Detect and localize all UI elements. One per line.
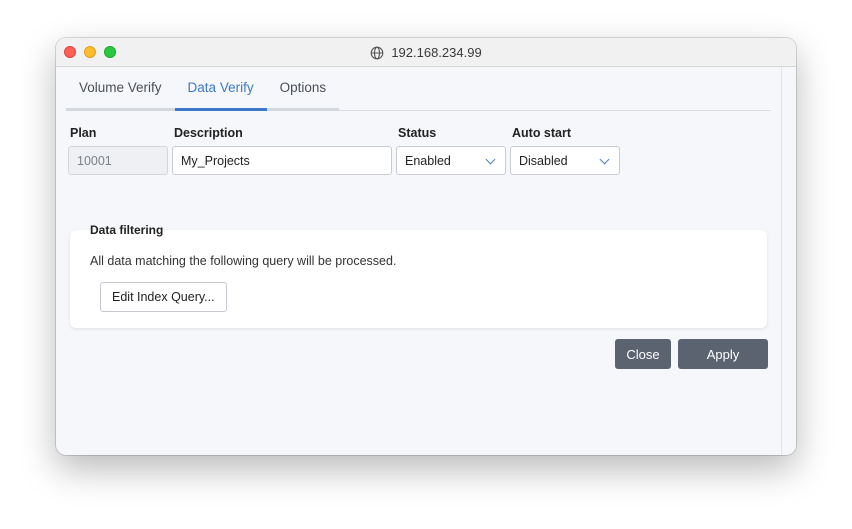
plan-fields: Plan Description Status Auto start 10001… — [66, 111, 771, 201]
plan-label: Plan — [70, 126, 97, 140]
dialog-content: Volume Verify Data Verify Options Plan D… — [66, 67, 771, 369]
window-title-area: 192.168.234.99 — [56, 38, 796, 67]
window-title: 192.168.234.99 — [391, 45, 482, 60]
auto-start-value: Disabled — [519, 153, 568, 168]
edit-index-query-button[interactable]: Edit Index Query... — [100, 282, 227, 312]
tab-bar: Volume Verify Data Verify Options — [66, 67, 771, 111]
description-input[interactable]: My_Projects — [172, 146, 392, 175]
chevron-down-icon — [485, 154, 496, 165]
tab-volume-verify[interactable]: Volume Verify — [66, 67, 175, 111]
app-window: 192.168.234.99 Volume Verify Data Verify… — [56, 38, 796, 455]
description-label: Description — [174, 126, 243, 140]
close-button[interactable]: Close — [615, 339, 671, 369]
status-label: Status — [398, 126, 437, 140]
tab-options[interactable]: Options — [266, 67, 340, 111]
auto-start-select[interactable]: Disabled — [510, 146, 620, 175]
globe-icon — [370, 46, 384, 59]
status-value: Enabled — [405, 153, 451, 168]
data-filtering-description: All data matching the following query wi… — [90, 254, 397, 268]
plan-input: 10001 — [68, 146, 168, 175]
description-value: My_Projects — [181, 153, 250, 168]
status-select[interactable]: Enabled — [396, 146, 506, 175]
plan-value: 10001 — [77, 153, 112, 168]
data-filtering-group: Data filtering All data matching the fol… — [70, 223, 767, 328]
chevron-down-icon — [599, 154, 610, 165]
apply-button[interactable]: Apply — [678, 339, 768, 369]
scrollbar[interactable] — [781, 67, 796, 455]
data-filtering-legend: Data filtering — [90, 223, 164, 237]
tab-data-verify[interactable]: Data Verify — [174, 67, 267, 111]
title-bar: 192.168.234.99 — [56, 38, 796, 67]
auto-start-label: Auto start — [512, 126, 572, 140]
